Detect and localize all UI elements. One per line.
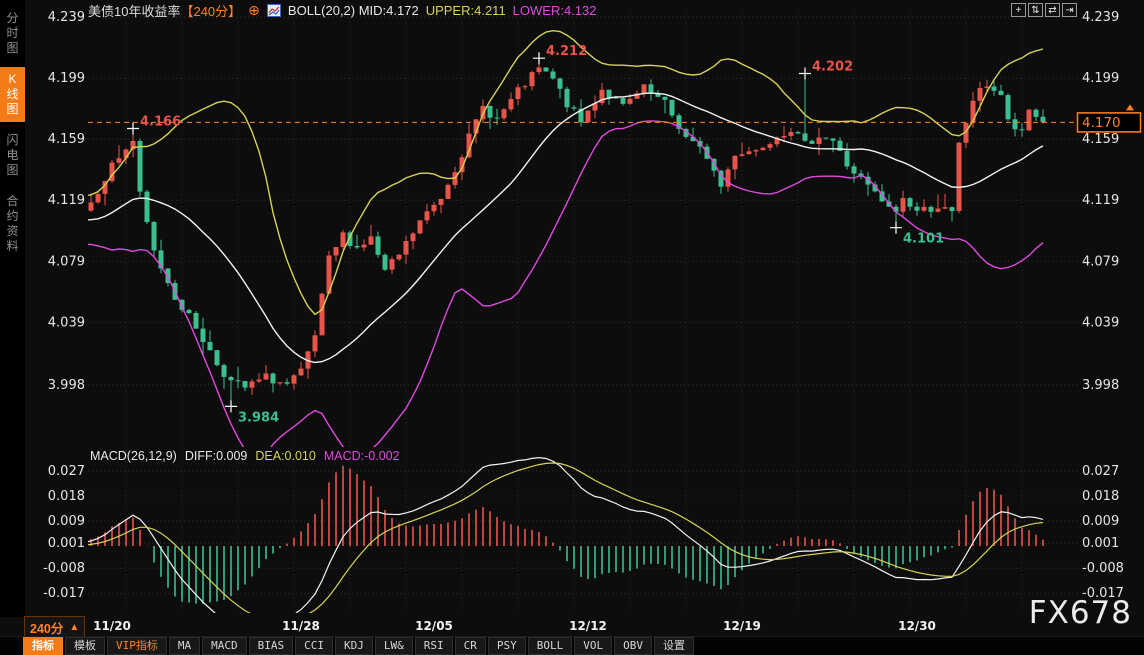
toolbar-item-15[interactable]: OBV bbox=[614, 637, 652, 655]
pan-icon[interactable]: + bbox=[1011, 3, 1026, 17]
axis-tick-label: 3.998 bbox=[48, 378, 85, 393]
indicator-toolbar: 指标模板VIP指标MAMACDBIASCCIKDJLW&RSICRPSYBOLL… bbox=[0, 636, 1144, 655]
axis-tick-label: 4.119 bbox=[1082, 193, 1119, 208]
toolbar-item-5[interactable]: MACD bbox=[202, 637, 247, 655]
zoom-out-icon[interactable]: ⊕ bbox=[248, 4, 260, 17]
axis-tick-label: -0.008 bbox=[1082, 561, 1124, 576]
extreme-cross-marker bbox=[127, 123, 139, 135]
axis-tick-label: 0.018 bbox=[1082, 489, 1119, 504]
boll-upper-value: UPPER:4.211 bbox=[426, 3, 506, 18]
axis-tick-label: 4.239 bbox=[1082, 10, 1119, 25]
date-label: 12/19 bbox=[723, 619, 761, 633]
toolbar-item-6[interactable]: BIAS bbox=[249, 637, 294, 655]
price-extreme-label: 4.166 bbox=[140, 115, 181, 130]
sidebar: 分 时 图 K 线 图闪 电 图合 约 资 料 bbox=[0, 0, 25, 617]
axis-tick-label: 4.119 bbox=[48, 193, 85, 208]
axis-labels: 4.239 4.239 4.199 4.199 4.159 4.159 4.119 4.119… bbox=[43, 10, 1124, 633]
axis-tick-label: 4.079 bbox=[48, 254, 85, 269]
axis-tick-label: 3.998 bbox=[1082, 378, 1119, 393]
axis-tick-label: -0.017 bbox=[43, 586, 85, 601]
axis-tick-label: 4.199 bbox=[48, 71, 85, 86]
extreme-cross-marker bbox=[225, 400, 237, 412]
axis-tick-label: 4.039 bbox=[48, 315, 85, 330]
axis-tick-label: 0.009 bbox=[1082, 514, 1119, 529]
macd-params-label: MACD(26,12,9) bbox=[90, 449, 177, 463]
toolbar-item-10[interactable]: RSI bbox=[415, 637, 453, 655]
annotation-layer: 4.166 3.984 4.212 4.202 4.101 bbox=[127, 44, 944, 425]
axis-tick-label: -0.008 bbox=[43, 561, 85, 576]
toolbar-item-12[interactable]: PSY bbox=[488, 637, 526, 655]
axis-tick-label: 4.159 bbox=[1082, 132, 1119, 147]
zoom-y-axis-icon[interactable]: ⇅ bbox=[1028, 3, 1043, 17]
axis-tick-label: 0.009 bbox=[48, 514, 85, 529]
grid-layer bbox=[88, 10, 1077, 612]
toolbar-item-7[interactable]: CCI bbox=[295, 637, 333, 655]
axis-tick-label: 0.018 bbox=[48, 489, 85, 504]
period-selector-label: 240分 bbox=[30, 618, 63, 637]
sidebar-item-2[interactable]: K 线 图 bbox=[0, 67, 25, 122]
current-price-tag: 4.170 bbox=[1078, 104, 1141, 131]
axis-tick-label: 4.239 bbox=[48, 10, 85, 25]
sidebar-item-1[interactable]: 分 时 图 bbox=[0, 6, 25, 61]
date-label: 12/05 bbox=[415, 619, 453, 633]
date-label: 12/12 bbox=[569, 619, 607, 633]
macd-histogram-layer bbox=[0, 458, 1043, 630]
toolbar-item-1[interactable]: 指标 bbox=[23, 637, 63, 655]
toolbar-item-3[interactable]: VIP指标 bbox=[107, 637, 167, 655]
go-to-latest-icon[interactable]: ⇥ bbox=[1062, 3, 1077, 17]
axis-tick-label: 0.001 bbox=[48, 536, 85, 551]
toolbar-item-8[interactable]: KDJ bbox=[335, 637, 373, 655]
axis-tick-label: 4.199 bbox=[1082, 71, 1119, 86]
sidebar-item-4[interactable]: 合 约 资 料 bbox=[0, 189, 25, 259]
period-label: 【240分】 bbox=[180, 1, 241, 20]
extreme-cross-marker bbox=[533, 52, 545, 64]
chart-tool-buttons: +⇅⇄⇥ bbox=[1011, 3, 1077, 17]
axis-tick-label: 4.159 bbox=[48, 132, 85, 147]
axis-tick-label: 0.027 bbox=[1082, 464, 1119, 479]
date-label: 11/28 bbox=[282, 619, 320, 633]
toolbar-item-4[interactable]: MA bbox=[169, 637, 200, 655]
macd-macd-value: MACD:-0.002 bbox=[324, 449, 400, 463]
current-price-value: 4.170 bbox=[1082, 115, 1121, 131]
macd-diff-value: DIFF:0.009 bbox=[185, 449, 248, 463]
sidebar-item-3[interactable]: 闪 电 图 bbox=[0, 128, 25, 183]
chart-header: 美债10年收益率【240分】 ⊕ BOLL(20,2) MID:4.172 UP… bbox=[88, 3, 597, 18]
price-extreme-label: 4.202 bbox=[812, 60, 853, 75]
fx678-watermark: FX678 bbox=[1029, 595, 1132, 631]
boll-lower-value: LOWER:4.132 bbox=[513, 3, 597, 18]
axis-tick-label: 0.001 bbox=[1082, 536, 1119, 551]
axis-tick-label: 0.027 bbox=[48, 464, 85, 479]
price-marker-arrow-icon bbox=[1126, 104, 1134, 110]
candlestick-layer bbox=[0, 31, 1046, 459]
boll-mid-value: BOLL(20,2) MID:4.172 bbox=[288, 3, 419, 18]
price-extreme-label: 4.101 bbox=[903, 232, 944, 247]
price-extreme-label: 3.984 bbox=[238, 410, 279, 425]
chevron-up-icon: ▲ bbox=[69, 622, 79, 633]
toolbar-item-13[interactable]: BOLL bbox=[528, 637, 573, 655]
extreme-cross-marker bbox=[890, 222, 902, 234]
macd-header: MACD(26,12,9) DIFF:0.009 DEA:0.010 MACD:… bbox=[90, 449, 400, 463]
chart-canvas[interactable]: 4.166 3.984 4.212 4.202 4.101 4.239 4.239 4.199… bbox=[0, 0, 1144, 655]
zoom-x-axis-icon[interactable]: ⇄ bbox=[1045, 3, 1060, 17]
price-extreme-label: 4.212 bbox=[546, 44, 587, 59]
toolbar-item-11[interactable]: CR bbox=[455, 637, 486, 655]
toolbar-item-9[interactable]: LW& bbox=[375, 637, 413, 655]
axis-tick-label: 4.079 bbox=[1082, 254, 1119, 269]
toolbar-item-16[interactable]: 设置 bbox=[654, 637, 694, 655]
axis-tick-label: 4.039 bbox=[1082, 315, 1119, 330]
chart-application-window: 4.166 3.984 4.212 4.202 4.101 4.239 4.239 4.199… bbox=[0, 0, 1144, 655]
toolbar-item-2[interactable]: 模板 bbox=[65, 637, 105, 655]
instrument-title: 美债10年收益率 bbox=[88, 1, 180, 20]
macd-dea-value: DEA:0.010 bbox=[255, 449, 315, 463]
chart-style-icon[interactable] bbox=[267, 4, 281, 17]
toolbar-item-14[interactable]: VOL bbox=[574, 637, 612, 655]
date-label: 11/20 bbox=[93, 619, 131, 633]
date-label: 12/30 bbox=[898, 619, 936, 633]
